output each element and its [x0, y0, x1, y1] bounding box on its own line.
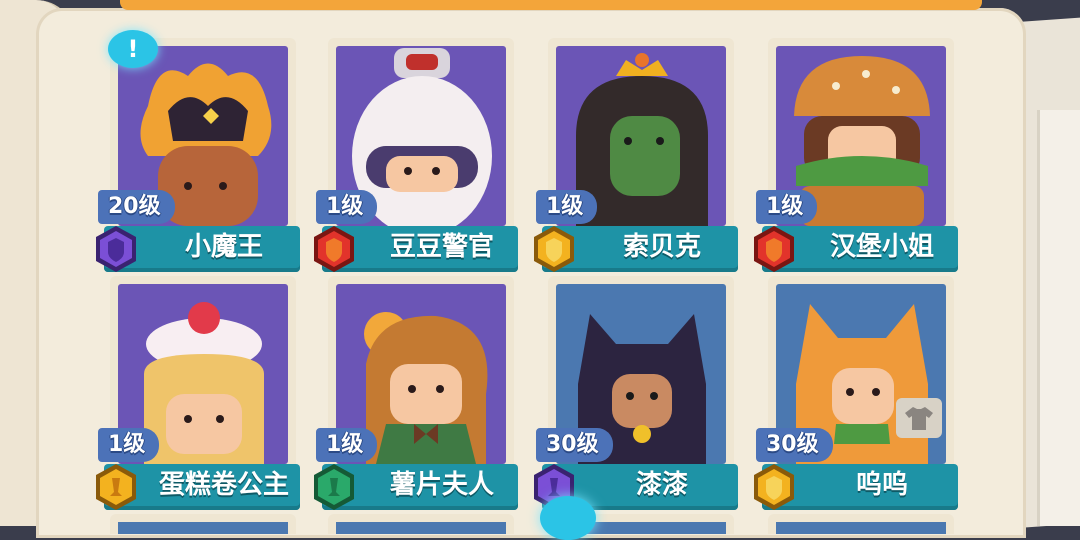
name-bar: 索贝克 [534, 226, 738, 272]
character-name: 漆漆 [635, 470, 688, 500]
character-name: 小魔王 [184, 232, 263, 262]
exclamation-icon[interactable]: ! [108, 30, 158, 68]
name-bar: 小魔王 [96, 226, 300, 272]
name-bar: 汉堡小姐 [754, 226, 958, 272]
level-tag: 1级 [536, 190, 598, 224]
character-name: 豆豆警官 [389, 232, 494, 262]
character-card-7[interactable]: 30级 漆漆 [534, 276, 738, 510]
rank-badge-gold-icon [754, 464, 794, 510]
character-card-5[interactable]: 1级 蛋糕卷公主 [96, 276, 300, 510]
level-tag: 30级 [756, 428, 833, 462]
name-bar: 呜呜 [754, 464, 958, 510]
character-card-3[interactable]: 1级 索贝克 [534, 38, 738, 272]
character-name: 汉堡小姐 [829, 232, 934, 262]
level-tag: 20级 [98, 190, 175, 224]
scroll-indicator-icon[interactable] [540, 496, 596, 540]
rank-badge-red-icon [754, 226, 794, 272]
character-card-1[interactable]: 20级 小魔王 [96, 38, 300, 272]
level-tag: 1级 [98, 428, 160, 462]
character-card-6[interactable]: 1级 薯片夫人 [314, 276, 518, 510]
character-name: 索贝克 [622, 232, 701, 262]
rank-badge-green-icon [314, 464, 354, 510]
character-card-8[interactable]: 30级 呜呜 [754, 276, 958, 510]
book-right-pages-top [1037, 110, 1080, 526]
rank-badge-gold-icon [96, 464, 136, 510]
name-bar: 蛋糕卷公主 [96, 464, 300, 510]
card-peek [110, 514, 296, 534]
shirt-icon[interactable] [896, 398, 942, 438]
name-bar: 薯片夫人 [314, 464, 518, 510]
character-name: 呜呜 [855, 470, 908, 500]
rank-badge-gold-icon [534, 226, 574, 272]
level-tag: 1级 [316, 428, 378, 462]
top-bar [120, 0, 982, 10]
rank-badge-purple-icon [96, 226, 136, 272]
rank-badge-red-icon [314, 226, 354, 272]
character-card-4[interactable]: 1级 汉堡小姐 [754, 38, 958, 272]
character-name: 薯片夫人 [389, 470, 494, 500]
card-peek [768, 514, 954, 534]
level-tag: 30级 [536, 428, 613, 462]
character-card-2[interactable]: 1级 豆豆警官 [314, 38, 518, 272]
name-bar: 豆豆警官 [314, 226, 518, 272]
card-peek [328, 514, 514, 534]
level-tag: 1级 [756, 190, 818, 224]
character-name: 蛋糕卷公主 [158, 470, 289, 500]
level-tag: 1级 [316, 190, 378, 224]
